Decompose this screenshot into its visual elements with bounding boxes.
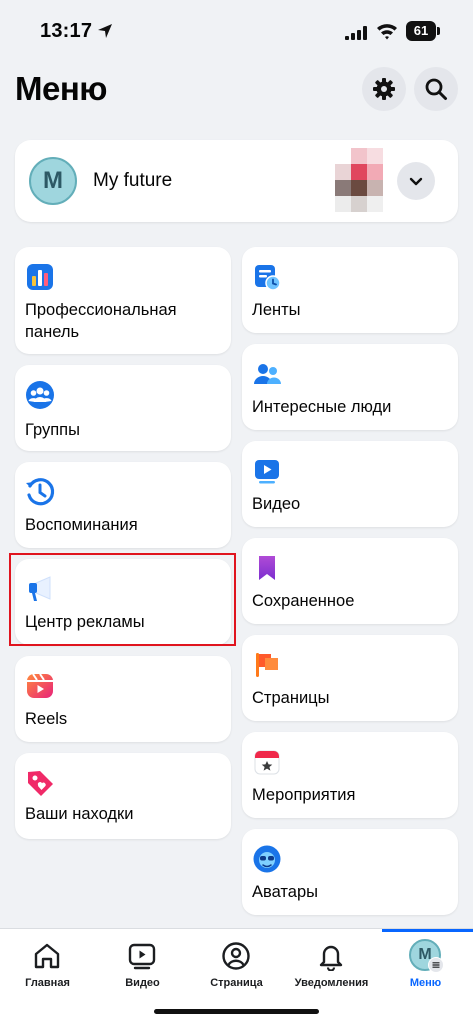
tile-video[interactable]: Видео xyxy=(242,441,458,527)
tile-feeds[interactable]: Ленты xyxy=(242,247,458,333)
status-bar: 13:17 61 xyxy=(0,0,473,62)
menu-lines-icon xyxy=(428,957,444,973)
tile-reels[interactable]: Reels xyxy=(15,656,231,742)
tile-label: Мероприятия xyxy=(252,786,356,804)
nav-label: Уведомления xyxy=(294,977,369,989)
tile-interesting-people[interactable]: Интересные люди xyxy=(242,344,458,430)
highlight-box xyxy=(9,553,236,646)
cellular-signal-icon xyxy=(345,26,367,40)
reels-icon xyxy=(27,673,53,698)
groups-icon xyxy=(26,381,54,409)
pages-flag-icon xyxy=(256,653,278,677)
bell-icon xyxy=(319,945,343,971)
search-button[interactable] xyxy=(414,67,458,111)
nav-video[interactable]: Видео xyxy=(95,929,190,999)
tile-label: Аватары xyxy=(252,883,318,901)
tile-your-finds[interactable]: Ваши находки xyxy=(15,753,231,839)
feeds-icon xyxy=(255,265,281,291)
tile-label: Reels xyxy=(25,710,68,728)
tile-label: Сохраненное xyxy=(252,592,355,610)
switch-profile-button[interactable] xyxy=(397,162,435,200)
tile-label: Группы xyxy=(25,421,80,439)
tile-groups[interactable]: Группы xyxy=(15,365,231,451)
tile-label: Профессиональная панель xyxy=(25,301,177,341)
memories-clock-icon xyxy=(26,478,55,506)
home-icon xyxy=(34,943,60,969)
blurred-profile-avatar[interactable] xyxy=(335,148,383,214)
tile-events[interactable]: Мероприятия xyxy=(242,732,458,818)
search-icon xyxy=(425,78,447,100)
video-play-icon xyxy=(128,943,156,970)
tile-professional-panel[interactable]: Профессиональная панель xyxy=(15,247,231,354)
chevron-down-icon xyxy=(409,177,423,186)
tile-avatars[interactable]: Аватары xyxy=(242,829,458,915)
avatar-face-icon xyxy=(253,845,281,873)
tile-memories[interactable]: Воспоминания xyxy=(15,462,231,548)
price-tag-icon xyxy=(28,771,53,796)
nav-page[interactable]: Страница xyxy=(189,929,284,999)
tile-label: Ваши находки xyxy=(25,805,134,823)
profile-name[interactable]: My future xyxy=(93,170,172,192)
bookmark-icon xyxy=(259,556,275,580)
tile-label: Воспоминания xyxy=(25,516,138,534)
gear-icon xyxy=(373,78,395,100)
profile-circle-icon xyxy=(222,942,250,970)
nav-label: Главная xyxy=(25,977,70,989)
nav-label: Видео xyxy=(125,977,160,989)
people-icon xyxy=(254,364,281,384)
tile-label: Интересные люди xyxy=(252,398,392,416)
calendar-icon xyxy=(254,750,280,775)
status-time: 13:17 xyxy=(40,20,93,42)
battery-level: 61 xyxy=(406,21,436,41)
page-title: Меню xyxy=(15,70,107,107)
nav-notifications[interactable]: Уведомления xyxy=(284,929,379,999)
tile-label: Видео xyxy=(252,495,301,513)
battery-icon: 61 xyxy=(406,21,440,41)
tile-pages[interactable]: Страницы xyxy=(242,635,458,721)
professional-dashboard-icon xyxy=(27,264,53,290)
home-indicator xyxy=(154,1009,319,1014)
nav-label: Страница xyxy=(210,977,263,989)
nav-home[interactable]: Главная xyxy=(0,929,95,999)
settings-button[interactable] xyxy=(362,67,406,111)
video-icon xyxy=(255,460,279,484)
profile-avatar[interactable]: M xyxy=(29,157,77,205)
wifi-icon xyxy=(377,24,397,40)
tile-label: Страницы xyxy=(252,689,330,707)
profile-card[interactable]: M My future xyxy=(15,140,458,222)
tile-label: Ленты xyxy=(252,301,301,319)
location-arrow-icon xyxy=(98,24,112,38)
tile-saved[interactable]: Сохраненное xyxy=(242,538,458,624)
nav-label: Меню xyxy=(409,977,442,989)
